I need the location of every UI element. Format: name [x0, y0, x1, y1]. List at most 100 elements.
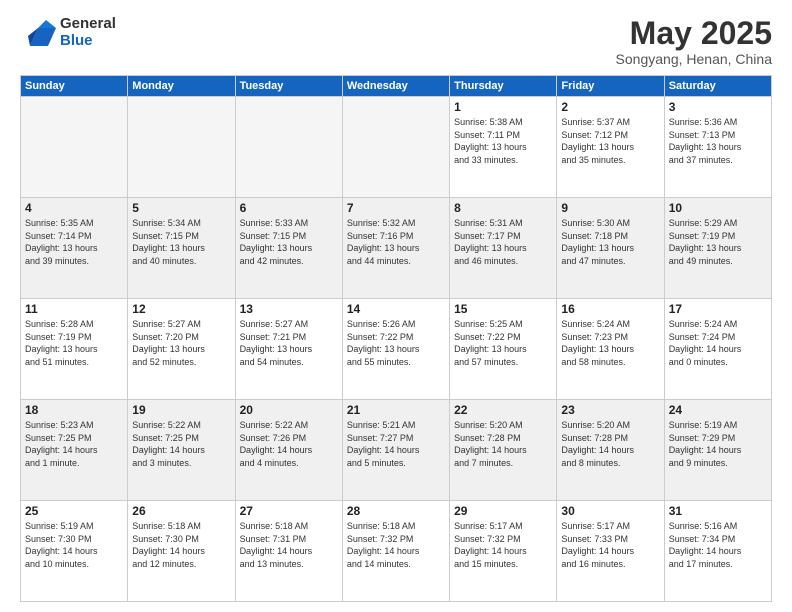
month-title: May 2025: [616, 16, 772, 51]
table-row: [21, 97, 128, 198]
table-row: 21Sunrise: 5:21 AM Sunset: 7:27 PM Dayli…: [342, 400, 449, 501]
day-number: 27: [240, 504, 338, 518]
day-number: 13: [240, 302, 338, 316]
day-number: 19: [132, 403, 230, 417]
day-number: 8: [454, 201, 552, 215]
day-number: 31: [669, 504, 767, 518]
title-block: May 2025 Songyang, Henan, China: [616, 16, 772, 67]
week-row-3: 11 Sunrise: 5:28 AM Sunset: 7:19 PM Dayli…: [21, 299, 772, 400]
day-number: 28: [347, 504, 445, 518]
day-info: Sunrise: 5:22 AM Sunset: 7:26 PM Dayligh…: [240, 419, 338, 469]
table-row: 17 Sunrise: 5:24 AM Sunset: 7:24 PM Dayli…: [664, 299, 771, 400]
day-number: 10: [669, 201, 767, 215]
day-info: Sunrise: 5:28 AM Sunset: 7:19 PM Dayligh…: [25, 318, 123, 368]
table-row: [128, 97, 235, 198]
day-number: 24: [669, 403, 767, 417]
col-friday: Friday: [557, 76, 664, 97]
table-row: 2Sunrise: 5:37 AM Sunset: 7:12 PM Daylig…: [557, 97, 664, 198]
day-number: 3: [669, 100, 767, 114]
table-row: [342, 97, 449, 198]
table-row: 24Sunrise: 5:19 AM Sunset: 7:29 PM Dayli…: [664, 400, 771, 501]
day-number: 7: [347, 201, 445, 215]
table-row: 15 Sunrise: 5:25 AM Sunset: 7:22 PM Dayli…: [450, 299, 557, 400]
header: General Blue May 2025 Songyang, Henan, C…: [20, 16, 772, 67]
day-info: Sunrise: 5:24 AM Sunset: 7:23 PM Dayligh…: [561, 318, 659, 368]
header-row: Sunday Monday Tuesday Wednesday Thursday…: [21, 76, 772, 97]
day-info: Sunrise: 5:17 AM Sunset: 7:32 PM Dayligh…: [454, 520, 552, 570]
day-number: 29: [454, 504, 552, 518]
day-number: 23: [561, 403, 659, 417]
table-row: 31 Sunrise: 5:16 AM Sunset: 7:34 PM Dayli…: [664, 501, 771, 602]
day-number: 5: [132, 201, 230, 215]
week-row-2: 4Sunrise: 5:35 AM Sunset: 7:14 PM Daylig…: [21, 198, 772, 299]
table-row: 26Sunrise: 5:18 AM Sunset: 7:30 PM Dayli…: [128, 501, 235, 602]
day-number: 6: [240, 201, 338, 215]
page: General Blue May 2025 Songyang, Henan, C…: [0, 0, 792, 612]
day-number: 22: [454, 403, 552, 417]
table-row: 30 Sunrise: 5:17 AM Sunset: 7:33 PM Dayli…: [557, 501, 664, 602]
day-number: 25: [25, 504, 123, 518]
day-info: Sunrise: 5:19 AM Sunset: 7:30 PM Dayligh…: [25, 520, 123, 570]
day-number: 14: [347, 302, 445, 316]
table-row: 8 Sunrise: 5:31 AM Sunset: 7:17 PM Daylig…: [450, 198, 557, 299]
week-row-1: 1Sunrise: 5:38 AM Sunset: 7:11 PM Daylig…: [21, 97, 772, 198]
table-row: 23 Sunrise: 5:20 AM Sunset: 7:28 PM Dayli…: [557, 400, 664, 501]
day-info: Sunrise: 5:18 AM Sunset: 7:30 PM Dayligh…: [132, 520, 230, 570]
day-number: 15: [454, 302, 552, 316]
table-row: 19 Sunrise: 5:22 AM Sunset: 7:25 PM Dayli…: [128, 400, 235, 501]
week-row-4: 18Sunrise: 5:23 AM Sunset: 7:25 PM Dayli…: [21, 400, 772, 501]
day-info: Sunrise: 5:22 AM Sunset: 7:25 PM Dayligh…: [132, 419, 230, 469]
logo-icon: [20, 18, 56, 48]
day-info: Sunrise: 5:18 AM Sunset: 7:32 PM Dayligh…: [347, 520, 445, 570]
day-info: Sunrise: 5:36 AM Sunset: 7:13 PM Dayligh…: [669, 116, 767, 166]
table-row: [235, 97, 342, 198]
day-info: Sunrise: 5:38 AM Sunset: 7:11 PM Dayligh…: [454, 116, 552, 166]
day-info: Sunrise: 5:31 AM Sunset: 7:17 PM Dayligh…: [454, 217, 552, 267]
table-row: 25 Sunrise: 5:19 AM Sunset: 7:30 PM Dayli…: [21, 501, 128, 602]
col-saturday: Saturday: [664, 76, 771, 97]
logo-general: General: [60, 16, 116, 33]
day-info: Sunrise: 5:30 AM Sunset: 7:18 PM Dayligh…: [561, 217, 659, 267]
day-info: Sunrise: 5:20 AM Sunset: 7:28 PM Dayligh…: [454, 419, 552, 469]
table-row: 4Sunrise: 5:35 AM Sunset: 7:14 PM Daylig…: [21, 198, 128, 299]
day-info: Sunrise: 5:16 AM Sunset: 7:34 PM Dayligh…: [669, 520, 767, 570]
day-info: Sunrise: 5:27 AM Sunset: 7:21 PM Dayligh…: [240, 318, 338, 368]
day-info: Sunrise: 5:32 AM Sunset: 7:16 PM Dayligh…: [347, 217, 445, 267]
day-number: 11: [25, 302, 123, 316]
day-info: Sunrise: 5:34 AM Sunset: 7:15 PM Dayligh…: [132, 217, 230, 267]
day-info: Sunrise: 5:23 AM Sunset: 7:25 PM Dayligh…: [25, 419, 123, 469]
col-monday: Monday: [128, 76, 235, 97]
table-row: 9Sunrise: 5:30 AM Sunset: 7:18 PM Daylig…: [557, 198, 664, 299]
day-number: 20: [240, 403, 338, 417]
day-number: 30: [561, 504, 659, 518]
col-thursday: Thursday: [450, 76, 557, 97]
table-row: 7 Sunrise: 5:32 AM Sunset: 7:16 PM Daylig…: [342, 198, 449, 299]
table-row: 12Sunrise: 5:27 AM Sunset: 7:20 PM Dayli…: [128, 299, 235, 400]
table-row: 11 Sunrise: 5:28 AM Sunset: 7:19 PM Dayli…: [21, 299, 128, 400]
table-row: 1Sunrise: 5:38 AM Sunset: 7:11 PM Daylig…: [450, 97, 557, 198]
day-info: Sunrise: 5:17 AM Sunset: 7:33 PM Dayligh…: [561, 520, 659, 570]
table-row: 3 Sunrise: 5:36 AM Sunset: 7:13 PM Daylig…: [664, 97, 771, 198]
day-info: Sunrise: 5:26 AM Sunset: 7:22 PM Dayligh…: [347, 318, 445, 368]
calendar-table: Sunday Monday Tuesday Wednesday Thursday…: [20, 75, 772, 602]
table-row: 18Sunrise: 5:23 AM Sunset: 7:25 PM Dayli…: [21, 400, 128, 501]
day-number: 17: [669, 302, 767, 316]
table-row: 16 Sunrise: 5:24 AM Sunset: 7:23 PM Dayli…: [557, 299, 664, 400]
col-wednesday: Wednesday: [342, 76, 449, 97]
location: Songyang, Henan, China: [616, 51, 772, 67]
day-info: Sunrise: 5:33 AM Sunset: 7:15 PM Dayligh…: [240, 217, 338, 267]
day-info: Sunrise: 5:25 AM Sunset: 7:22 PM Dayligh…: [454, 318, 552, 368]
day-info: Sunrise: 5:21 AM Sunset: 7:27 PM Dayligh…: [347, 419, 445, 469]
day-info: Sunrise: 5:20 AM Sunset: 7:28 PM Dayligh…: [561, 419, 659, 469]
day-info: Sunrise: 5:29 AM Sunset: 7:19 PM Dayligh…: [669, 217, 767, 267]
day-info: Sunrise: 5:35 AM Sunset: 7:14 PM Dayligh…: [25, 217, 123, 267]
table-row: 27Sunrise: 5:18 AM Sunset: 7:31 PM Dayli…: [235, 501, 342, 602]
day-number: 2: [561, 100, 659, 114]
day-number: 16: [561, 302, 659, 316]
day-info: Sunrise: 5:24 AM Sunset: 7:24 PM Dayligh…: [669, 318, 767, 368]
table-row: 20 Sunrise: 5:22 AM Sunset: 7:26 PM Dayli…: [235, 400, 342, 501]
table-row: 6 Sunrise: 5:33 AM Sunset: 7:15 PM Daylig…: [235, 198, 342, 299]
table-row: 14 Sunrise: 5:26 AM Sunset: 7:22 PM Dayli…: [342, 299, 449, 400]
logo: General Blue: [20, 16, 116, 49]
day-info: Sunrise: 5:27 AM Sunset: 7:20 PM Dayligh…: [132, 318, 230, 368]
